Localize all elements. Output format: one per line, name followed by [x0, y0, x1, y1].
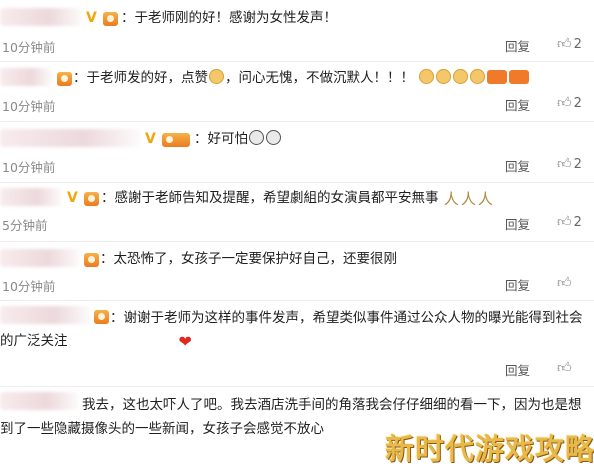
- reply-button[interactable]: 回复: [505, 360, 530, 379]
- comment-text: ：于老师刚的好！感谢为女性发声！: [121, 10, 337, 26]
- like-button[interactable]: 👍︎ 2: [557, 94, 582, 111]
- comment-text: ：感謝于老師告知及提醒，希望劇組的女演員都平安無事 人人人: [101, 189, 494, 209]
- member-badge-icon: [57, 72, 72, 86]
- divider: [0, 61, 594, 62]
- comment-6: ：谢谢于老师为这样的事件发声，希望类似事件通过公众人物的曝光能得到社会的广泛关注…: [0, 304, 594, 384]
- encourage-emoji-icon: [487, 70, 508, 84]
- like-button[interactable]: 👍︎: [557, 274, 574, 291]
- reply-button[interactable]: 回复: [505, 156, 530, 175]
- reply-button[interactable]: 回复: [505, 95, 530, 114]
- pray-emoji-icon: 人: [443, 190, 459, 208]
- comment-text-a: ：于老师发的好，点赞: [73, 70, 208, 86]
- username-blurred[interactable]: [0, 129, 140, 147]
- reply-button[interactable]: 回复: [505, 36, 530, 55]
- thumb-up-icon: 👍︎: [557, 36, 572, 52]
- like-count: 2: [573, 96, 582, 111]
- site-watermark: 新时代游戏攻略: [385, 432, 594, 466]
- clap-emoji-icon: [419, 69, 435, 84]
- thumb-up-icon: 👍︎: [557, 156, 572, 172]
- thumbs-up-emoji-icon: [209, 69, 224, 84]
- like-button[interactable]: 👍︎ 2: [557, 35, 582, 52]
- reply-button[interactable]: 回复: [505, 275, 530, 294]
- comment-time: 10分钟前: [2, 279, 56, 294]
- like-count: 2: [573, 157, 582, 172]
- comment-5: ：太恐怖了，女孩子一定要保护好自己，还要很刚 10分钟前 回复 👍︎: [0, 247, 594, 299]
- heart-emoji-icon: ❤: [178, 332, 192, 351]
- member-badge-icon: [162, 133, 190, 147]
- clap-emoji-icon: [453, 69, 469, 84]
- comment-time: 10分钟前: [2, 160, 56, 175]
- username-blurred[interactable]: [0, 188, 62, 206]
- pray-emoji-icon: 人: [477, 190, 493, 208]
- comment-time: 10分钟前: [2, 40, 56, 55]
- divider: [0, 386, 594, 387]
- comment-2: ：于老师发的好，点赞 ，问心无愧，不做沉默人！！！ 10分钟前 回复 👍︎ 2: [0, 66, 594, 118]
- like-button[interactable]: 👍︎: [557, 359, 574, 376]
- username-blurred[interactable]: [0, 68, 52, 86]
- member-badge-icon: [84, 192, 99, 206]
- comment-text: ：好可怕: [194, 130, 282, 149]
- member-badge-icon: [84, 253, 99, 267]
- reply-button[interactable]: 回复: [505, 214, 530, 233]
- divider: [0, 182, 594, 183]
- comment-time: 5分钟前: [2, 218, 48, 233]
- comment-text-b: ，问心无愧，不做沉默人！！！: [225, 70, 414, 86]
- like-button[interactable]: 👍︎ 2: [557, 213, 582, 230]
- divider: [0, 300, 594, 301]
- like-count: 2: [573, 215, 582, 230]
- encourage-emoji-icon: [509, 70, 530, 84]
- clap-emoji-icon: [436, 69, 452, 84]
- comment-text-a: ：感謝于老師告知及提醒，希望劇組的女演員都平安無事: [101, 190, 439, 206]
- thumb-up-icon: 👍︎: [557, 360, 572, 376]
- strong-emoji-icon: [470, 69, 486, 84]
- thumb-up-icon: 👍︎: [557, 214, 572, 230]
- comment-3: V ：好可怕 10分钟前 回复 👍︎ 2: [0, 127, 594, 179]
- comment-4: V ：感謝于老師告知及提醒，希望劇組的女演員都平安無事 人人人 5分钟前 回复 …: [0, 186, 594, 238]
- comment-text-a: ：好可怕: [194, 131, 248, 147]
- verified-icon: V: [86, 10, 97, 26]
- comment-text: ：太恐怖了，女孩子一定要保护好自己，还要很刚: [100, 251, 397, 267]
- username-blurred[interactable]: [0, 8, 82, 26]
- comment-text: ：于老师发的好，点赞 ，问心无愧，不做沉默人！！！: [73, 69, 530, 88]
- like-count: 2: [573, 37, 582, 52]
- pray-emoji-icon: 人: [460, 190, 476, 208]
- divider: [0, 241, 594, 242]
- scared-face-emoji-icon: [249, 130, 264, 145]
- divider: [0, 121, 594, 122]
- comment-text: ：谢谢于老师为这样的事件发声，希望类似事件通过公众人物的曝光能得到社会的广泛关注…: [0, 307, 594, 353]
- scared-face-emoji-icon: [266, 130, 281, 145]
- comment-time: 10分钟前: [2, 99, 56, 114]
- verified-icon: V: [67, 190, 78, 206]
- thumb-up-icon: 👍︎: [557, 95, 572, 111]
- thumb-up-icon: 👍︎: [557, 275, 572, 291]
- comment-1: V ：于老师刚的好！感谢为女性发声！ 10分钟前 回复 👍︎ 2: [0, 6, 594, 58]
- verified-icon: V: [145, 131, 156, 147]
- member-badge-icon: [103, 12, 118, 26]
- like-button[interactable]: 👍︎ 2: [557, 155, 582, 172]
- username-blurred[interactable]: [0, 249, 80, 267]
